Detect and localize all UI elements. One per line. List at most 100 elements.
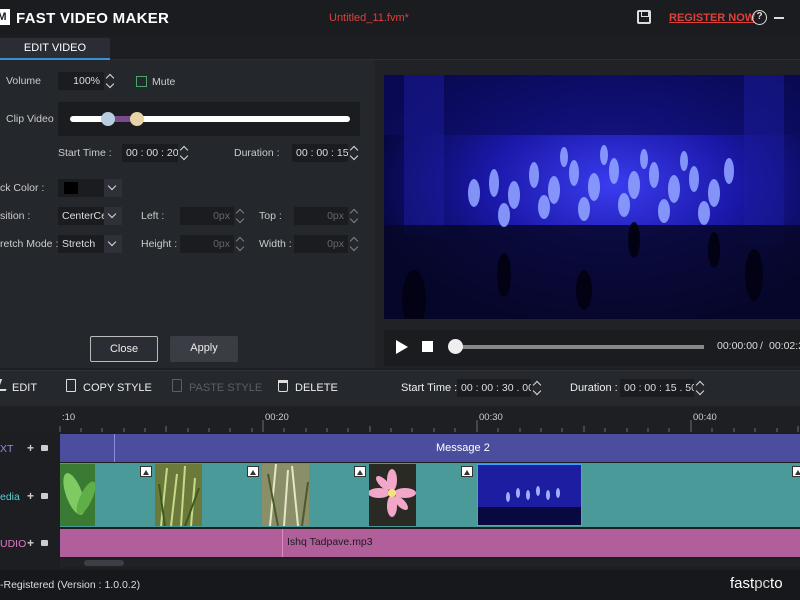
color-swatch bbox=[64, 182, 78, 194]
mute-checkbox[interactable] bbox=[136, 76, 147, 87]
stretch-mode-label: retch Mode : bbox=[0, 238, 59, 250]
audio-track-lock-icon[interactable] bbox=[41, 540, 48, 546]
play-icon[interactable] bbox=[396, 340, 408, 354]
media-track-add-icon[interactable]: + bbox=[27, 489, 34, 503]
duration-input[interactable]: 00 : 00 : 15 bbox=[292, 144, 348, 162]
clip-duration-spinner[interactable] bbox=[696, 379, 706, 397]
help-icon[interactable]: ? bbox=[752, 10, 767, 25]
register-now-link[interactable]: REGISTER NOW bbox=[669, 12, 755, 24]
save-icon[interactable] bbox=[637, 10, 651, 24]
version-status: -Registered (Version : 1.0.0.2) bbox=[0, 579, 141, 591]
height-input[interactable]: 0px bbox=[180, 235, 234, 253]
left-label: Left : bbox=[141, 210, 165, 222]
media-clip-flower[interactable] bbox=[369, 464, 416, 526]
top-label: Top : bbox=[259, 210, 282, 222]
position-select[interactable]: CenterCe bbox=[58, 207, 104, 225]
width-input[interactable]: 0px bbox=[294, 235, 348, 253]
mute-label: Mute bbox=[152, 76, 176, 88]
duration-label: Duration : bbox=[234, 147, 280, 159]
text-track-lock-icon[interactable] bbox=[41, 445, 48, 451]
clip-start-handle[interactable] bbox=[101, 112, 115, 126]
copy-style-button[interactable]: COPY STYLE bbox=[83, 382, 152, 394]
width-label: Width : bbox=[259, 238, 292, 250]
media-clip-grass[interactable] bbox=[155, 464, 202, 526]
image-clip-badge-icon bbox=[140, 466, 152, 477]
media-track-label: edia bbox=[0, 491, 20, 503]
clip-end-handle[interactable] bbox=[130, 112, 144, 126]
paste-style-icon bbox=[172, 379, 182, 392]
audio-clip[interactable]: Ishq Tadpave.mp3 bbox=[287, 536, 373, 548]
position-label: sition : bbox=[0, 210, 31, 222]
timeline-ruler[interactable] bbox=[0, 406, 800, 432]
start-time-spinner[interactable] bbox=[180, 144, 190, 162]
text-clip-message-2[interactable]: Message 2 bbox=[436, 442, 490, 454]
media-track-lock-icon[interactable] bbox=[41, 493, 48, 499]
delete-icon[interactable] bbox=[278, 380, 288, 392]
current-time: 00:00:00 bbox=[717, 340, 758, 352]
left-spinner[interactable] bbox=[236, 207, 246, 225]
media-clip-plants[interactable] bbox=[262, 464, 309, 526]
minimize-icon[interactable] bbox=[774, 17, 784, 19]
seek-handle[interactable] bbox=[448, 339, 463, 354]
audio-track-add-icon[interactable]: + bbox=[27, 536, 34, 550]
volume-label: Volume bbox=[6, 75, 42, 87]
media-clip-leaf[interactable] bbox=[60, 464, 95, 526]
audio-track[interactable] bbox=[60, 529, 800, 557]
seek-bar[interactable] bbox=[452, 345, 704, 349]
position-dropdown[interactable] bbox=[104, 207, 122, 225]
total-time: 00:02:2 bbox=[769, 340, 800, 352]
text-track-label: XT bbox=[0, 443, 14, 455]
apply-button[interactable]: Apply bbox=[170, 336, 238, 362]
volume-input[interactable]: 100% bbox=[58, 72, 104, 90]
ruler-tick-label: 00:20 bbox=[265, 412, 289, 423]
clip-duration-input[interactable]: 00 : 00 : 15 . 50 bbox=[620, 379, 694, 397]
start-time-input[interactable]: 00 : 00 : 20 bbox=[122, 144, 178, 162]
flower-thumbnail bbox=[369, 464, 416, 526]
stretch-mode-select[interactable]: Stretch bbox=[58, 235, 104, 253]
stop-icon[interactable] bbox=[422, 341, 433, 352]
delete-button[interactable]: DELETE bbox=[295, 382, 338, 394]
media-clip-concert[interactable] bbox=[477, 464, 582, 526]
height-spinner[interactable] bbox=[236, 235, 246, 253]
clip-video-label: Clip Video bbox=[6, 113, 54, 125]
time-separator: / bbox=[760, 340, 763, 352]
height-label: Height : bbox=[141, 238, 178, 250]
timeline-scrollbar[interactable] bbox=[60, 559, 800, 567]
copy-style-icon[interactable] bbox=[66, 379, 76, 392]
edit-button[interactable]: EDIT bbox=[12, 382, 37, 394]
clip-start-time-input[interactable]: 00 : 00 : 30 . 00 bbox=[457, 379, 531, 397]
ruler-tick-label: 00:30 bbox=[479, 412, 503, 423]
app-logo-icon: M bbox=[0, 9, 10, 25]
video-preview bbox=[384, 75, 800, 319]
text-clip-divider bbox=[114, 434, 115, 462]
timeline-scroll-thumb[interactable] bbox=[84, 560, 124, 566]
image-clip-badge-icon bbox=[792, 466, 800, 477]
start-time-label: Start Time : bbox=[58, 147, 112, 159]
image-clip-badge-icon bbox=[461, 466, 473, 477]
top-input[interactable]: 0px bbox=[294, 207, 348, 225]
leaf-thumbnail bbox=[60, 464, 95, 526]
text-track-add-icon[interactable]: + bbox=[27, 441, 34, 455]
paste-style-button[interactable]: PASTE STYLE bbox=[189, 382, 262, 394]
duration-spinner[interactable] bbox=[350, 144, 360, 162]
brand-tail: to bbox=[770, 575, 783, 592]
back-color-field[interactable] bbox=[58, 179, 104, 197]
stretch-mode-dropdown[interactable] bbox=[104, 235, 122, 253]
left-input[interactable]: 0px bbox=[180, 207, 234, 225]
text-track[interactable] bbox=[60, 434, 800, 462]
top-spinner[interactable] bbox=[350, 207, 360, 225]
brand-fast: fast bbox=[730, 575, 755, 592]
back-color-label: ck Color : bbox=[0, 182, 45, 194]
clip-start-time-spinner[interactable] bbox=[533, 379, 543, 397]
brand-logo: fastpcto bbox=[730, 575, 783, 592]
ruler-ticks bbox=[59, 420, 799, 432]
width-spinner[interactable] bbox=[350, 235, 360, 253]
app-title: FAST VIDEO MAKER bbox=[16, 10, 170, 27]
audio-clip-divider bbox=[282, 529, 283, 557]
back-color-dropdown[interactable] bbox=[104, 179, 122, 197]
file-name: Untitled_11.fvm* bbox=[329, 12, 409, 24]
volume-spinner[interactable] bbox=[106, 72, 116, 90]
tab-edit-video[interactable]: EDIT VIDEO bbox=[0, 38, 110, 60]
concert-thumbnail bbox=[478, 465, 581, 525]
close-button[interactable]: Close bbox=[90, 336, 158, 362]
